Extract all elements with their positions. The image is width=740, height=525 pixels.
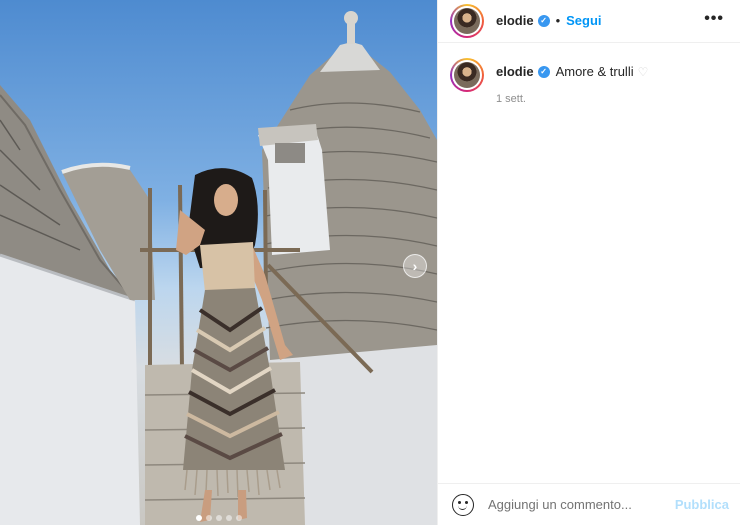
carousel-dot-4	[226, 515, 232, 521]
caption-text: Amore & trulli	[555, 64, 634, 79]
post-timestamp[interactable]: 1 sett.	[496, 93, 648, 105]
header-separator: •	[555, 13, 561, 28]
carousel-dot-2	[206, 515, 212, 521]
follow-button[interactable]: Segui	[566, 13, 601, 28]
caption-avatar[interactable]	[450, 58, 484, 92]
caption-username[interactable]: elodie	[496, 64, 534, 79]
header-username[interactable]: elodie	[496, 13, 534, 28]
avatar[interactable]	[450, 3, 484, 38]
avatar-image	[454, 7, 480, 34]
carousel-dot-1	[196, 515, 202, 521]
trulli-scene	[0, 11, 437, 525]
publish-button[interactable]: Pubblica	[675, 497, 729, 512]
verified-badge-icon: ✓	[537, 14, 550, 27]
carousel-next-button[interactable]: ›	[403, 254, 427, 278]
caption-avatar-image	[454, 62, 480, 88]
caption-verified-badge-icon: ✓	[537, 65, 550, 78]
more-options-icon[interactable]: •••	[704, 11, 724, 27]
chevron-right-icon: ›	[412, 258, 418, 274]
white-heart-icon: ♡	[637, 64, 649, 79]
comment-input[interactable]	[488, 497, 675, 512]
post-photo[interactable]: ›	[0, 0, 437, 525]
emoji-icon[interactable]	[452, 493, 474, 516]
carousel-dot-5	[236, 515, 242, 521]
post-side-panel: elodie ✓ • Segui ••• elodie ✓ Amore & tr…	[437, 0, 740, 525]
comment-bar: Pubblica	[438, 483, 740, 525]
carousel-dot-3	[216, 515, 222, 521]
post-caption: elodie ✓ Amore & trulli ♡ 1 sett.	[438, 44, 740, 105]
carousel-dots	[196, 515, 242, 521]
post-header: elodie ✓ • Segui •••	[438, 0, 740, 43]
